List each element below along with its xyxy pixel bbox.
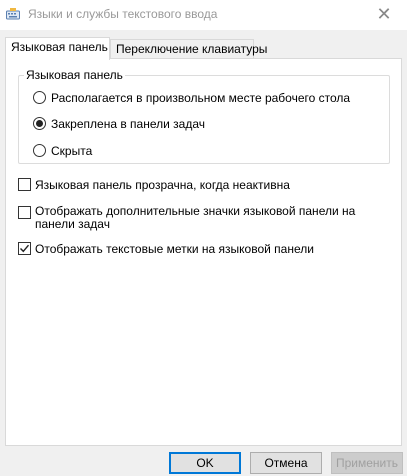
radio-label: Располагается в произвольном месте рабоч… xyxy=(51,91,351,105)
checkbox-label: Языковая панель прозрачна, когда неактив… xyxy=(35,178,290,192)
radio-button[interactable] xyxy=(33,91,46,104)
radio-label: Закреплена в панели задач xyxy=(51,117,205,131)
tab-language-bar[interactable]: Языковая панель xyxy=(5,37,110,60)
language-bar-group: Языковая панель Располагается в произвол… xyxy=(18,68,390,164)
checkbox-label: Отображать текстовые метки на языковой п… xyxy=(35,242,314,256)
checkmark-icon xyxy=(20,244,30,253)
tab-panel: Языковая панель Располагается в произвол… xyxy=(5,58,402,446)
tab-label: Языковая панель xyxy=(11,40,108,54)
checkbox-label: Отображать дополнительные значки языково… xyxy=(35,204,356,231)
tab-label: Переключение клавиатуры xyxy=(116,42,268,56)
cancel-button[interactable]: Отмена xyxy=(250,452,322,474)
radio-button[interactable] xyxy=(33,117,46,130)
close-button[interactable]: ✕ xyxy=(361,0,407,30)
tab-keyboard-switch[interactable]: Переключение клавиатуры xyxy=(110,39,267,59)
checkbox-transparent[interactable]: Языковая панель прозрачна, когда неактив… xyxy=(18,177,388,193)
title-bar[interactable]: Языки и службы текстового ввода ✕ xyxy=(0,0,407,30)
checkbox[interactable] xyxy=(18,242,31,255)
radio-button[interactable] xyxy=(33,144,46,157)
dialog-window: Языки и службы текстового ввода ✕ Языков… xyxy=(0,0,407,476)
keyboard-icon xyxy=(6,7,20,21)
checkbox[interactable] xyxy=(18,206,31,219)
radio-label: Скрыта xyxy=(51,144,93,158)
checkbox-extra-icons[interactable]: Отображать дополнительные значки языково… xyxy=(18,205,388,233)
group-legend: Языковая панель xyxy=(24,68,125,82)
ok-button[interactable]: OK xyxy=(169,452,241,474)
checkbox-text-labels[interactable]: Отображать текстовые метки на языковой п… xyxy=(18,241,388,257)
window-title: Языки и службы текстового ввода xyxy=(28,7,218,21)
apply-button[interactable]: Применить xyxy=(331,452,403,474)
checkbox[interactable] xyxy=(18,178,31,191)
close-icon: ✕ xyxy=(376,4,392,24)
